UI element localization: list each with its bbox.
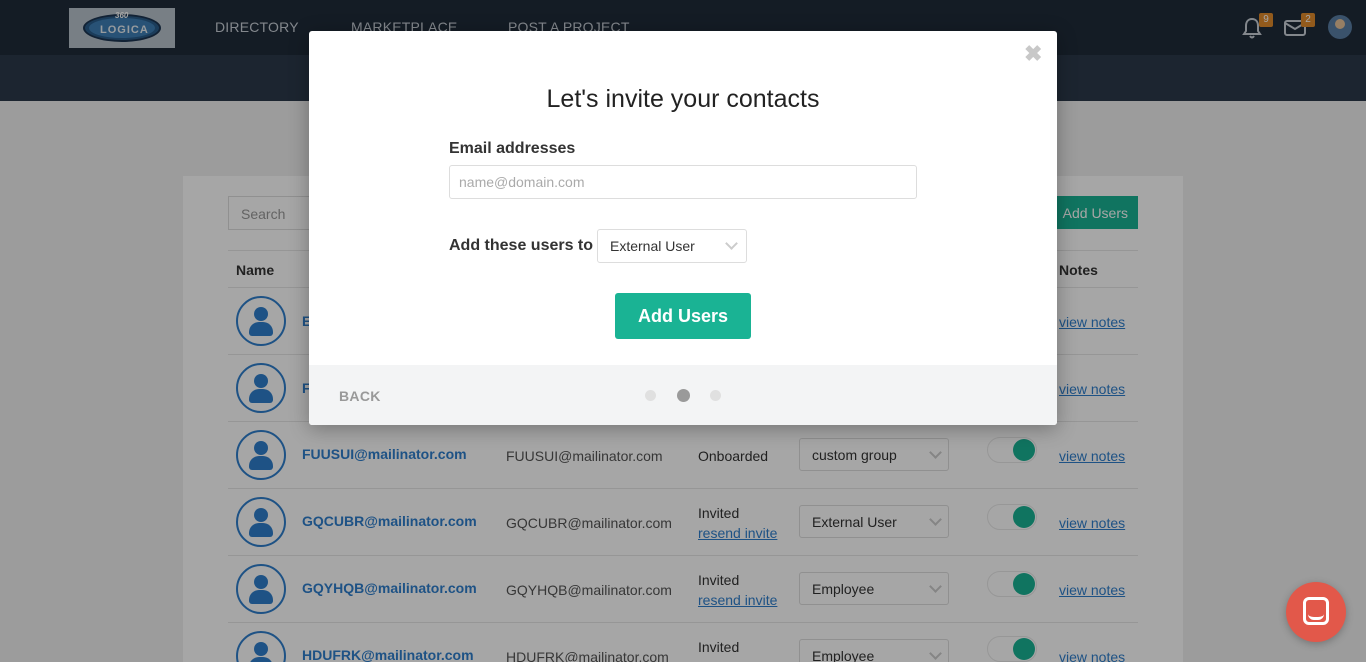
step-dot-3[interactable] bbox=[710, 390, 721, 401]
chat-launcher-button[interactable] bbox=[1286, 582, 1346, 642]
close-icon[interactable]: ✖ bbox=[1024, 43, 1042, 65]
email-addresses-label: Email addresses bbox=[449, 140, 576, 157]
modal-title: Let's invite your contacts bbox=[546, 85, 820, 113]
invite-contacts-modal: ✖ Let's invite your contacts Email addre… bbox=[309, 31, 1057, 425]
email-addresses-input[interactable] bbox=[449, 165, 917, 199]
add-users-to-label: Add these users to bbox=[449, 237, 594, 254]
add-users-submit-button[interactable]: Add Users bbox=[615, 293, 751, 339]
user-group-select-value: External User bbox=[610, 238, 695, 254]
chat-icon bbox=[1303, 597, 1329, 625]
step-dot-2-active[interactable] bbox=[677, 389, 690, 402]
chevron-down-icon bbox=[725, 237, 738, 250]
modal-footer: BACK bbox=[309, 365, 1057, 425]
user-group-select[interactable]: External User bbox=[597, 229, 747, 263]
back-button[interactable]: BACK bbox=[339, 388, 381, 404]
step-dot-1[interactable] bbox=[645, 390, 656, 401]
